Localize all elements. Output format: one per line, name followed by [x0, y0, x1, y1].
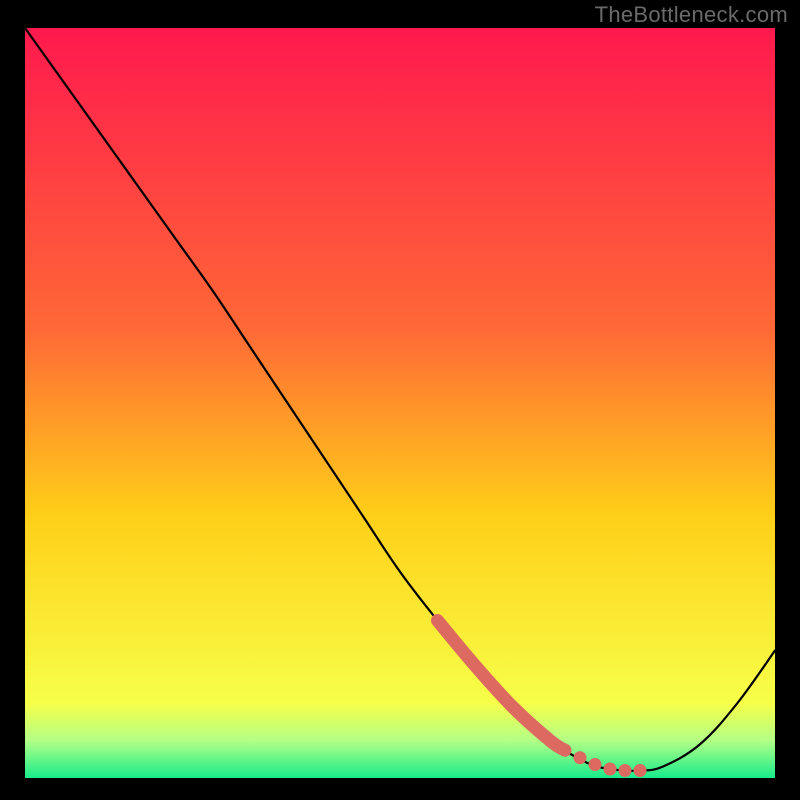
highlight-dot	[619, 764, 632, 777]
highlight-dot	[604, 763, 617, 776]
highlight-dot	[634, 764, 647, 777]
watermark-text: TheBottleneck.com	[595, 2, 788, 28]
gradient-background	[25, 28, 775, 778]
highlight-dot	[574, 751, 587, 764]
chart-container: TheBottleneck.com	[0, 0, 800, 800]
chart-svg	[25, 28, 775, 778]
highlight-dot	[589, 758, 602, 771]
plot-area	[25, 28, 775, 778]
